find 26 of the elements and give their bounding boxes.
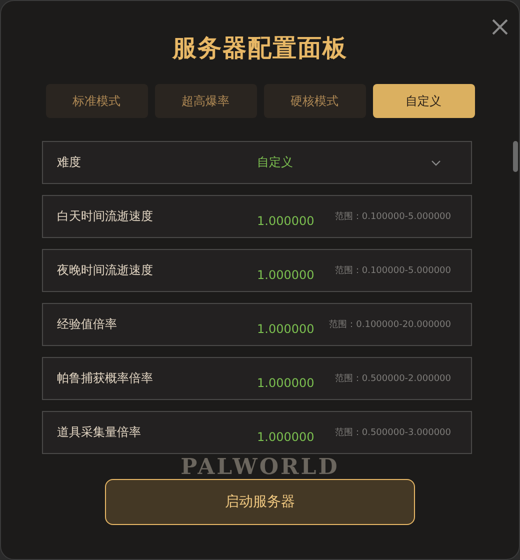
value-field[interactable]: 1.000000: [257, 322, 327, 336]
range-text: 范围：0.500000-2.000000: [334, 372, 451, 385]
start-server-button[interactable]: 启动服务器: [105, 479, 415, 525]
mode-tab[interactable]: 硬核模式: [264, 84, 366, 118]
setting-label: 经验值倍率: [57, 316, 118, 333]
value-field[interactable]: 1.000000: [257, 268, 327, 282]
value-field[interactable]: 1.000000: [257, 376, 327, 390]
background-logo: PALWORLD: [180, 455, 340, 479]
scrollbar-thumb[interactable]: [513, 141, 518, 172]
range-text: 范围：0.100000-20.000000: [329, 318, 451, 331]
dropdown-field[interactable]: 难度 自定义: [42, 141, 472, 184]
range-text: 范围：0.100000-5.000000: [334, 264, 451, 277]
range-text: 范围：0.100000-5.000000: [334, 210, 451, 223]
close-icon[interactable]: [491, 18, 509, 36]
mode-tab[interactable]: 标准模式: [46, 84, 148, 118]
mode-tab[interactable]: 自定义: [372, 84, 474, 118]
setting-label: 夜晚时间流逝速度: [57, 262, 154, 279]
value-field[interactable]: 1.000000: [257, 430, 327, 444]
mode-tab[interactable]: 超高爆率: [154, 84, 256, 118]
chevron-down-icon: [431, 160, 441, 166]
range-text: 范围：0.500000-3.000000: [334, 426, 451, 439]
value-field[interactable]: 1.000000: [257, 214, 327, 228]
dialog-title: 服务器配置面板: [172, 33, 348, 64]
setting-label: 道具采集量倍率: [57, 424, 142, 441]
setting-label: 白天时间流逝速度: [57, 208, 154, 225]
setting-label: 帕鲁捕获概率倍率: [57, 370, 154, 387]
